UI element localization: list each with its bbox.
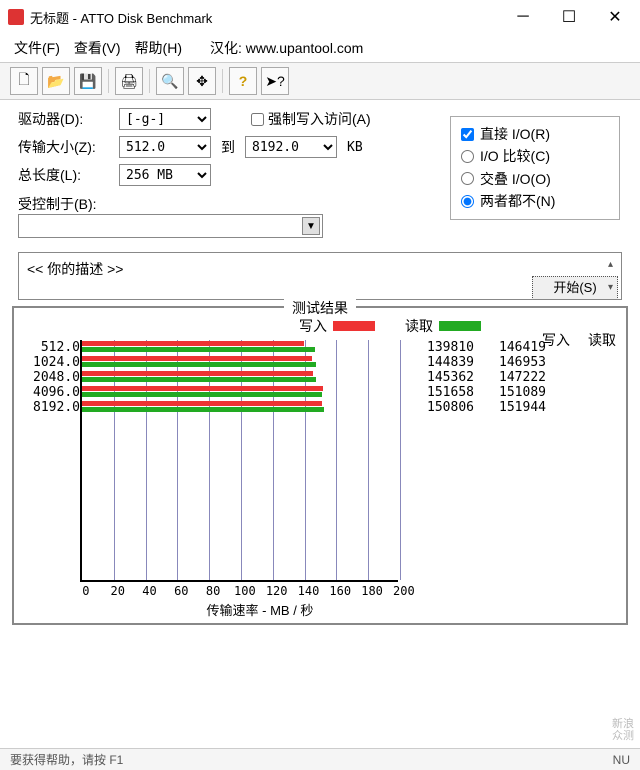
titlebar: 无标题 - ATTO Disk Benchmark ─ ☐ ✕: [0, 0, 640, 34]
chevron-down-icon: ▼: [302, 217, 320, 235]
neither-radio[interactable]: 两者都不(N): [461, 190, 609, 212]
menu-help[interactable]: 帮助(H): [135, 38, 182, 58]
status-bar: 要获得帮助，请按 F1 NU: [0, 748, 640, 770]
form-area: 驱动器(D): [-g-] 强制写入访问(A) 传输大小(Z): 512.0 到…: [0, 100, 640, 242]
question-icon: ?: [239, 73, 248, 89]
chart-plot: [80, 340, 398, 582]
io-compare-radio[interactable]: I/O 比较(C): [461, 145, 609, 167]
save-icon: 💾: [79, 73, 96, 90]
toolbar: 🗋 📂 💾 🖨 🔍 ✥ ? ➤?: [0, 62, 640, 100]
magnifier-icon: 🔍: [161, 73, 178, 90]
file-icon: 🗋: [18, 69, 29, 93]
help-button[interactable]: ?: [229, 67, 257, 95]
description-box[interactable]: << 你的描述 >> ▴▾: [18, 252, 622, 300]
x-axis-label: 传输速率 - MB / 秒: [0, 600, 618, 619]
status-right: NU: [613, 753, 630, 767]
open-button[interactable]: 📂: [42, 67, 70, 95]
controlled-by-combo[interactable]: ▼: [18, 214, 323, 238]
drive-label: 驱动器(D):: [18, 109, 113, 129]
direct-io-checkbox[interactable]: 直接 I/O(R): [461, 123, 609, 145]
menu-file[interactable]: 文件(F): [14, 38, 60, 58]
move-button[interactable]: ✥: [188, 67, 216, 95]
len-select[interactable]: 256 MB: [119, 164, 211, 186]
preview-button[interactable]: 🔍: [156, 67, 184, 95]
legend-write-label: 写入: [299, 316, 327, 336]
results-title: 测试结果: [284, 298, 356, 318]
col-header-read: 读取: [588, 330, 616, 350]
pointer-help-button[interactable]: ➤?: [261, 67, 289, 95]
pointer-question-icon: ➤?: [265, 73, 285, 90]
drive-select[interactable]: [-g-]: [119, 108, 211, 130]
print-button[interactable]: 🖨: [115, 67, 143, 95]
legend-write-swatch: [333, 321, 375, 331]
write-values-column: 139810144839145362151658150806: [418, 340, 474, 582]
xfer-to-select[interactable]: 8192.0: [245, 136, 337, 158]
xfer-label: 传输大小(Z):: [18, 137, 113, 157]
save-button[interactable]: 💾: [74, 67, 102, 95]
move-icon: ✥: [196, 73, 208, 90]
options-group: 直接 I/O(R) I/O 比较(C) 交叠 I/O(O) 两者都不(N): [450, 116, 620, 220]
x-axis-ticks: 020406080100120140160180200: [70, 584, 618, 598]
app-icon: [8, 9, 24, 25]
scroll-down-icon: ▾: [608, 282, 613, 293]
scrollbar[interactable]: ▴▾: [608, 259, 613, 293]
read-values-column: 146419146953147222151089151944: [490, 340, 546, 582]
scroll-up-icon: ▴: [608, 259, 613, 270]
menubar: 文件(F) 查看(V) 帮助(H) 汉化: www.upantool.com: [0, 34, 640, 62]
to-label: 到: [221, 137, 235, 157]
menu-view[interactable]: 查看(V): [74, 38, 121, 58]
window-title: 无标题 - ATTO Disk Benchmark: [30, 8, 212, 27]
xfer-from-select[interactable]: 512.0: [119, 136, 211, 158]
unit-label: KB: [347, 140, 363, 155]
status-left: 要获得帮助，请按 F1: [10, 751, 123, 768]
legend-read-swatch: [439, 321, 481, 331]
overlap-io-radio[interactable]: 交叠 I/O(O): [461, 168, 609, 190]
description-text: << 你的描述 >>: [27, 259, 123, 293]
minimize-button[interactable]: ─: [500, 2, 546, 32]
maximize-button[interactable]: ☐: [546, 2, 592, 32]
force-write-checkbox[interactable]: 强制写入访问(A): [251, 109, 371, 129]
len-label: 总长度(L):: [18, 165, 113, 185]
watermark: 新浪众测: [612, 718, 634, 742]
legend-read-label: 读取: [405, 316, 433, 336]
new-button[interactable]: 🗋: [10, 67, 38, 95]
col-header-write: 写入: [542, 330, 570, 350]
menu-credit: 汉化: www.upantool.com: [210, 38, 363, 58]
print-icon: 🖨: [120, 73, 138, 90]
y-axis-labels: 512.01024.02048.04096.08192.0: [22, 338, 80, 582]
results-panel: 测试结果 写入 读取 写入 读取 512.01024.02048.04096.0…: [12, 306, 628, 625]
folder-open-icon: 📂: [47, 73, 64, 90]
close-button[interactable]: ✕: [592, 2, 638, 32]
